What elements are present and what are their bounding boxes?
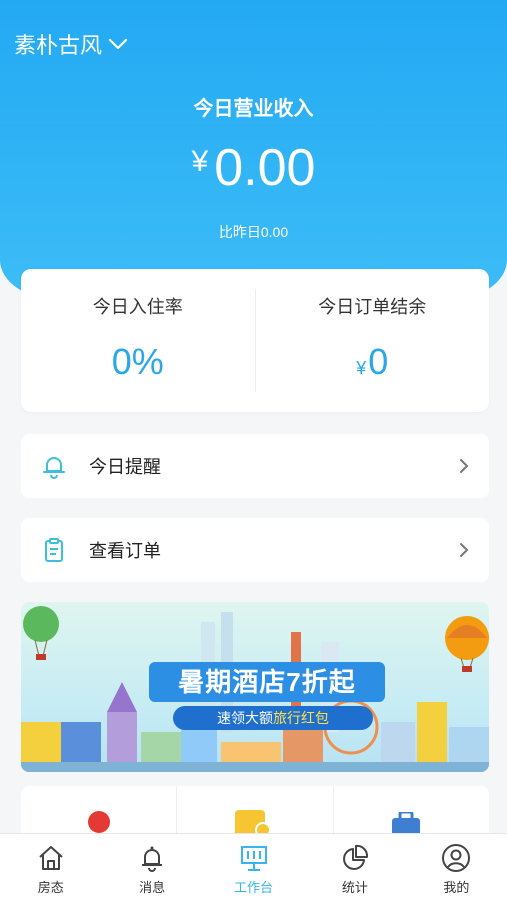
balance-amount: 0 [368,341,389,382]
orders-label: 查看订单 [89,541,161,561]
tab-label: 我的 [443,880,470,895]
balance-currency: ¥ [356,358,367,378]
chevron-right-icon [460,459,469,473]
balance-value: ¥0 [256,341,490,383]
reminder-row[interactable]: 今日提醒 [21,434,489,498]
reminder-label: 今日提醒 [89,457,161,477]
tab-label: 工作台 [234,880,274,895]
revenue-title: 今日营业收入 [193,98,314,120]
promo-banner[interactable]: 暑期酒店7折起 速领大额旅行红包 [21,602,489,772]
banner-subtitle: 速领大额旅行红包 [173,706,373,730]
banner-title: 暑期酒店7折起 [149,662,385,702]
banner-sub-prefix: 速领大额 [217,710,273,726]
revenue-header: 素朴古风 今日营业收入 ¥0.00 比昨日0.00 [0,0,507,300]
tab-mine[interactable]: 我的 [406,834,507,900]
revenue-compare: 比昨日0.00 [218,224,289,240]
occupancy-stat[interactable]: 今日入住率 0% [21,269,255,412]
chevron-right-icon [460,543,469,557]
tab-label: 消息 [139,880,166,895]
house-icon [39,846,63,870]
clipboard-icon [45,538,63,562]
stats-card: 今日入住率 0% 今日订单结余 ¥0 [21,269,489,412]
shop-selector[interactable]: 素朴古风 [14,28,128,60]
tab-label: 房态 [37,880,64,895]
bell-icon [142,846,163,872]
tab-messages[interactable]: 消息 [101,834,202,900]
user-icon [442,844,471,872]
occupancy-label: 今日入住率 [92,297,183,317]
workbench-icon [240,846,267,871]
shop-name: 素朴古风 [14,33,103,58]
tab-workbench[interactable]: 工作台 [203,834,304,900]
occupancy-value: 0% [111,341,164,382]
balance-label: 今日订单结余 [318,297,427,317]
tab-statistics[interactable]: 统计 [304,834,405,900]
chevron-down-icon [108,38,128,50]
tab-label: 统计 [341,880,368,895]
revenue-amount: ¥0.00 [0,138,507,198]
bell-icon [43,457,65,479]
tab-room-status[interactable]: 房态 [0,834,101,900]
person-icon [88,811,110,833]
banner-sub-highlight: 旅行红包 [273,710,329,726]
balance-stat[interactable]: 今日订单结余 ¥0 [254,289,490,392]
bottom-tab-bar: 房态 消息 工作台 统计 我的 [0,833,507,900]
orders-row[interactable]: 查看订单 [21,518,489,582]
revenue-value: 0.00 [214,139,316,197]
currency-symbol: ¥ [191,145,209,178]
pie-chart-icon [342,844,368,870]
